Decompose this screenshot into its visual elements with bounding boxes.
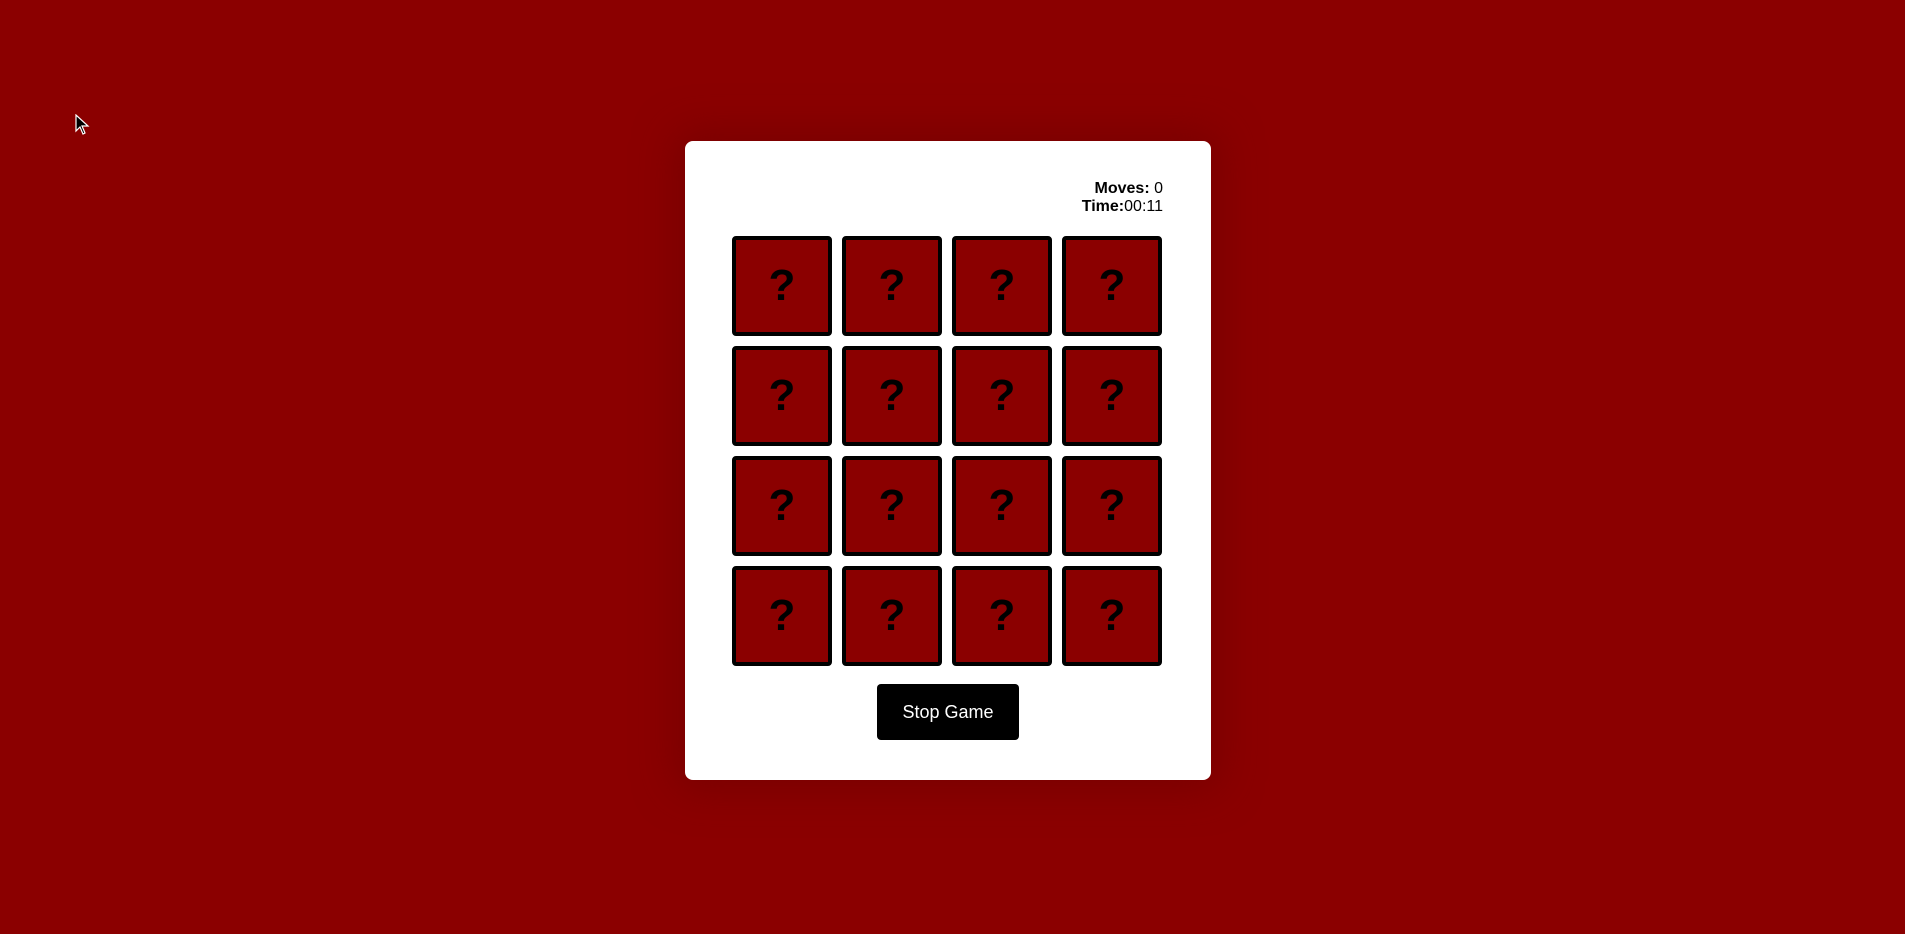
memory-card[interactable]: ? [952, 346, 1052, 446]
moves-value: 0 [1154, 180, 1163, 197]
memory-card[interactable]: ? [952, 566, 1052, 666]
memory-card[interactable]: ? [842, 236, 942, 336]
time-value: 00:11 [1124, 198, 1163, 215]
memory-card[interactable]: ? [732, 456, 832, 556]
memory-card[interactable]: ? [952, 236, 1052, 336]
moves-label: Moves: [1094, 180, 1150, 197]
card-grid: ? ? ? ? ? ? ? ? ? ? ? ? ? ? ? ? [732, 236, 1162, 666]
memory-card[interactable]: ? [732, 236, 832, 336]
memory-card[interactable]: ? [842, 566, 942, 666]
mouse-cursor-icon [75, 114, 90, 135]
memory-card[interactable]: ? [842, 346, 942, 446]
memory-card[interactable]: ? [732, 566, 832, 666]
memory-card[interactable]: ? [1062, 346, 1162, 446]
game-panel: Moves: 0 Time:00:11 ? ? ? ? ? ? ? ? ? ? … [685, 141, 1211, 780]
memory-card[interactable]: ? [732, 346, 832, 446]
memory-card[interactable]: ? [1062, 236, 1162, 336]
memory-card[interactable]: ? [952, 456, 1052, 556]
memory-card[interactable]: ? [842, 456, 942, 556]
time-counter: Time:00:11 [1082, 198, 1163, 216]
time-label: Time: [1081, 198, 1125, 215]
game-stats: Moves: 0 Time:00:11 [1082, 180, 1163, 216]
moves-counter: Moves: 0 [1082, 180, 1163, 198]
stop-game-button[interactable]: Stop Game [877, 684, 1019, 740]
memory-card[interactable]: ? [1062, 456, 1162, 556]
memory-card[interactable]: ? [1062, 566, 1162, 666]
